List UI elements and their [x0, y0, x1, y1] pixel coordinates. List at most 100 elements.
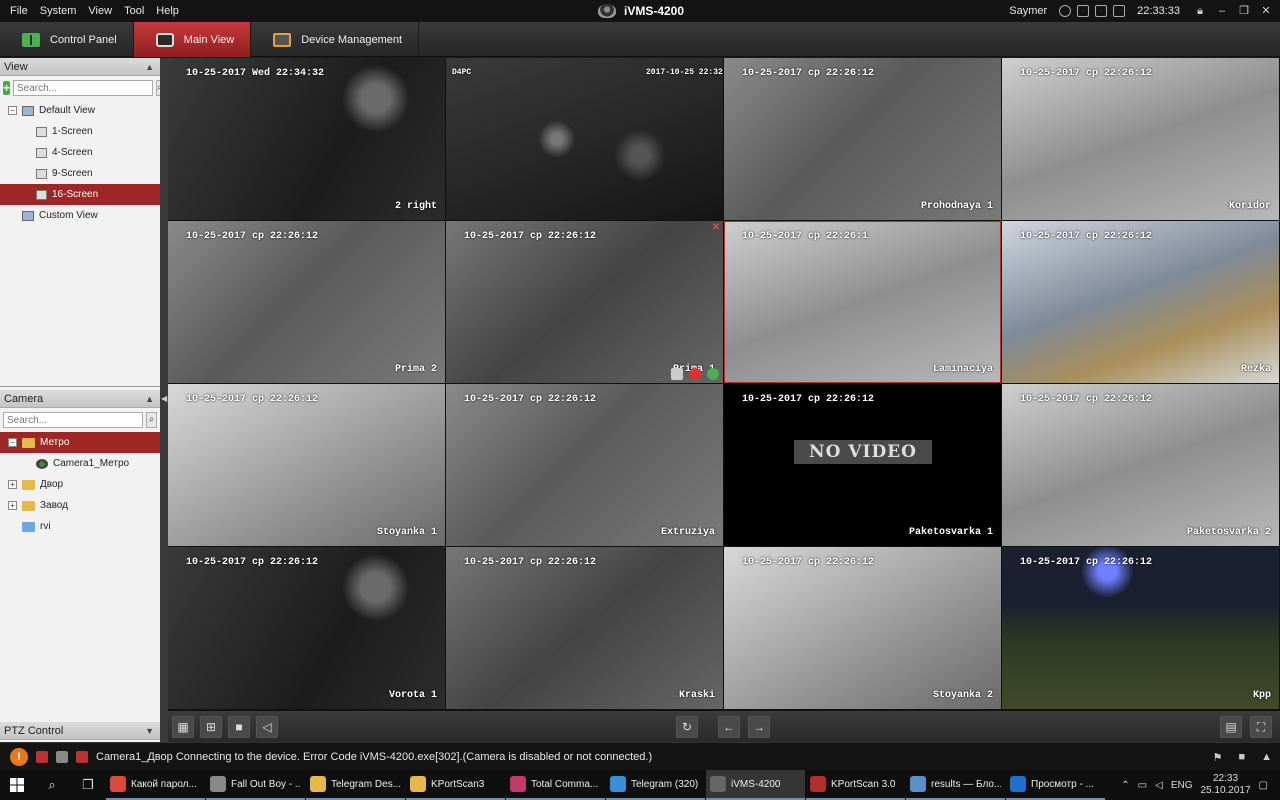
taskbar-app[interactable]: Telegram (320): [606, 770, 705, 800]
app-icon: [1010, 776, 1026, 792]
menu-view[interactable]: View: [82, 5, 118, 17]
collapse-toggle-icon[interactable]: −: [8, 438, 17, 447]
taskbar-app[interactable]: results — Бло...: [906, 770, 1005, 800]
close-icon[interactable]: ✕: [712, 222, 720, 233]
tree-default-view[interactable]: − Default View: [0, 100, 160, 121]
expand-toggle-icon[interactable]: +: [8, 501, 17, 510]
window-division-button[interactable]: ⊞: [200, 716, 222, 738]
alarm-icon[interactable]: [36, 750, 48, 763]
video-tile[interactable]: 10-25-2017 ср 22:26:12 Prima 2: [168, 221, 445, 383]
tree-group-metro[interactable]: − Метро: [0, 432, 160, 453]
taskbar-app[interactable]: KPortScan 3.0: [806, 770, 905, 800]
restore-button[interactable]: ❐: [1236, 4, 1252, 18]
video-tile[interactable]: 2017-10-25 22:32:27 D4PC: [446, 58, 723, 220]
panel-splitter[interactable]: ◀: [160, 58, 168, 742]
globe-icon[interactable]: [1059, 5, 1072, 17]
taskbar-clock[interactable]: 22:33 25.10.2017: [1200, 773, 1250, 797]
video-tile[interactable]: 10-25-2017 ср 22:26:12 Koridor: [1002, 58, 1279, 220]
lock-icon[interactable]: 🔒︎: [1192, 4, 1208, 18]
collapse-panel-icon[interactable]: ◀: [161, 394, 167, 403]
layout-9-icon: [36, 168, 47, 179]
menu-help[interactable]: Help: [150, 5, 185, 17]
menu-system[interactable]: System: [34, 5, 83, 17]
collapse-toggle-icon[interactable]: −: [8, 106, 17, 115]
camera-panel-header[interactable]: Camera ▲: [0, 390, 160, 408]
video-tile[interactable]: 10-25-2017 ср 22:26:12Prima 1✕: [446, 221, 723, 383]
taskbar-app[interactable]: Telegram Des...: [306, 770, 405, 800]
add-view-button[interactable]: +: [3, 81, 11, 95]
close-button[interactable]: ✕: [1258, 4, 1274, 18]
speaker-icon[interactable]: [76, 750, 88, 763]
search-icon[interactable]: ⌕: [34, 770, 70, 800]
taskbar-app[interactable]: Какой парол...: [106, 770, 205, 800]
taskbar-app[interactable]: Fall Out Boy - ...: [206, 770, 305, 800]
menu-file[interactable]: File: [4, 5, 34, 17]
video-tile[interactable]: 10-25-2017 Wed 22:34:32 2 right: [168, 58, 445, 220]
volume-icon[interactable]: ◁: [1155, 780, 1163, 791]
previous-page-button[interactable]: ←: [718, 716, 740, 738]
video-tile[interactable]: 10-25-2017 ср 22:26:12 Paketosvarka 1 NO V…: [724, 384, 1001, 546]
tree-group-dvor[interactable]: + Двор: [0, 474, 160, 495]
video-tile[interactable]: 10-25-2017 ср 22:26:12 Extruziya: [446, 384, 723, 546]
notification-icon[interactable]: ▢: [1259, 780, 1268, 791]
fullscreen-button[interactable]: ⛶: [1250, 716, 1272, 738]
ptz-panel-header[interactable]: PTZ Control ▼: [0, 722, 160, 740]
video-tile[interactable]: 10-25-2017 ср 22:26:12 Kraski: [446, 547, 723, 709]
network-icon[interactable]: ▭: [1138, 780, 1147, 791]
monitor-icon[interactable]: [1095, 5, 1108, 17]
view-search-input[interactable]: [13, 80, 154, 96]
start-button[interactable]: [0, 770, 34, 800]
taskbar-app[interactable]: Total Comma...: [506, 770, 605, 800]
video-tile[interactable]: 10-25-2017 ср 22:26:12 Stoyanka 1: [168, 384, 445, 546]
view-panel-header[interactable]: View ▲: [0, 58, 160, 76]
screen-layout-button[interactable]: ▦: [172, 716, 194, 738]
minimize-button[interactable]: –: [1214, 4, 1230, 18]
video-tile[interactable]: 10-25-2017 ср 22:26:12 Vorota 1: [168, 547, 445, 709]
warning-icon[interactable]: !: [10, 747, 28, 766]
capture-icon[interactable]: [671, 368, 683, 380]
keyboard-icon[interactable]: [1077, 5, 1090, 17]
next-page-button[interactable]: →: [748, 716, 770, 738]
pin-icon[interactable]: ⚑: [1213, 751, 1223, 764]
tab-main-view[interactable]: Main View: [133, 22, 252, 57]
tab-device-management[interactable]: Device Management: [251, 22, 420, 57]
record-icon[interactable]: [689, 368, 701, 380]
display-icon[interactable]: [1113, 5, 1126, 17]
tree-9-screen[interactable]: 9-Screen: [0, 163, 160, 184]
camera-search-input[interactable]: [3, 412, 143, 428]
expand-icon[interactable]: ▼: [145, 726, 154, 736]
taskbar-app[interactable]: KPortScan3: [406, 770, 505, 800]
tab-control-panel[interactable]: Control Panel: [0, 22, 134, 57]
tree-group-rvi[interactable]: rvi: [0, 516, 160, 537]
collapse-icon[interactable]: ▲: [145, 62, 154, 72]
audio-icon[interactable]: ◁: [256, 716, 278, 738]
window-icon[interactable]: ■: [1238, 751, 1245, 763]
search-icon[interactable]: ⌕: [146, 412, 157, 428]
task-view-icon[interactable]: ❐: [70, 770, 106, 800]
tree-16-screen[interactable]: 16-Screen: [0, 184, 160, 205]
taskbar-app[interactable]: iVMS-4200: [706, 770, 805, 800]
video-tile[interactable]: 10-25-2017 ср 22:26:12 Rezka: [1002, 221, 1279, 383]
tree-group-zavod[interactable]: + Завод: [0, 495, 160, 516]
status-collapse-icon[interactable]: ▲: [1261, 751, 1272, 763]
stop-all-button[interactable]: ■: [228, 716, 250, 738]
window-mode-button[interactable]: ▤: [1220, 716, 1242, 738]
tray-expand-icon[interactable]: ⌃: [1121, 780, 1129, 791]
language-indicator[interactable]: ENG: [1171, 780, 1193, 791]
video-tile[interactable]: 10-25-2017 ср 22:26:1 Laminaciya: [724, 221, 1001, 383]
digital-zoom-icon[interactable]: [707, 368, 719, 380]
video-tile[interactable]: 10-25-2017 ср 22:26:12 Prohodnaya 1: [724, 58, 1001, 220]
menu-tool[interactable]: Tool: [118, 5, 150, 17]
tree-1-screen[interactable]: 1-Screen: [0, 121, 160, 142]
taskbar-app[interactable]: Просмотр - ...: [1006, 770, 1105, 800]
cycle-refresh-button[interactable]: ↻: [676, 716, 698, 738]
expand-toggle-icon[interactable]: +: [8, 480, 17, 489]
tree-camera1-metro[interactable]: Camera1_Метро: [0, 453, 160, 474]
collapse-icon[interactable]: ▲: [145, 394, 154, 404]
video-tile[interactable]: 10-25-2017 ср 22:26:12 Paketosvarka 2: [1002, 384, 1279, 546]
video-tile[interactable]: 10-25-2017 ср 22:26:12 Kpp: [1002, 547, 1279, 709]
event-icon[interactable]: [56, 750, 68, 763]
tree-custom-view[interactable]: Custom View: [0, 205, 160, 226]
tree-4-screen[interactable]: 4-Screen: [0, 142, 160, 163]
video-tile[interactable]: 10-25-2017 ср 22:26:12 Stoyanka 2: [724, 547, 1001, 709]
